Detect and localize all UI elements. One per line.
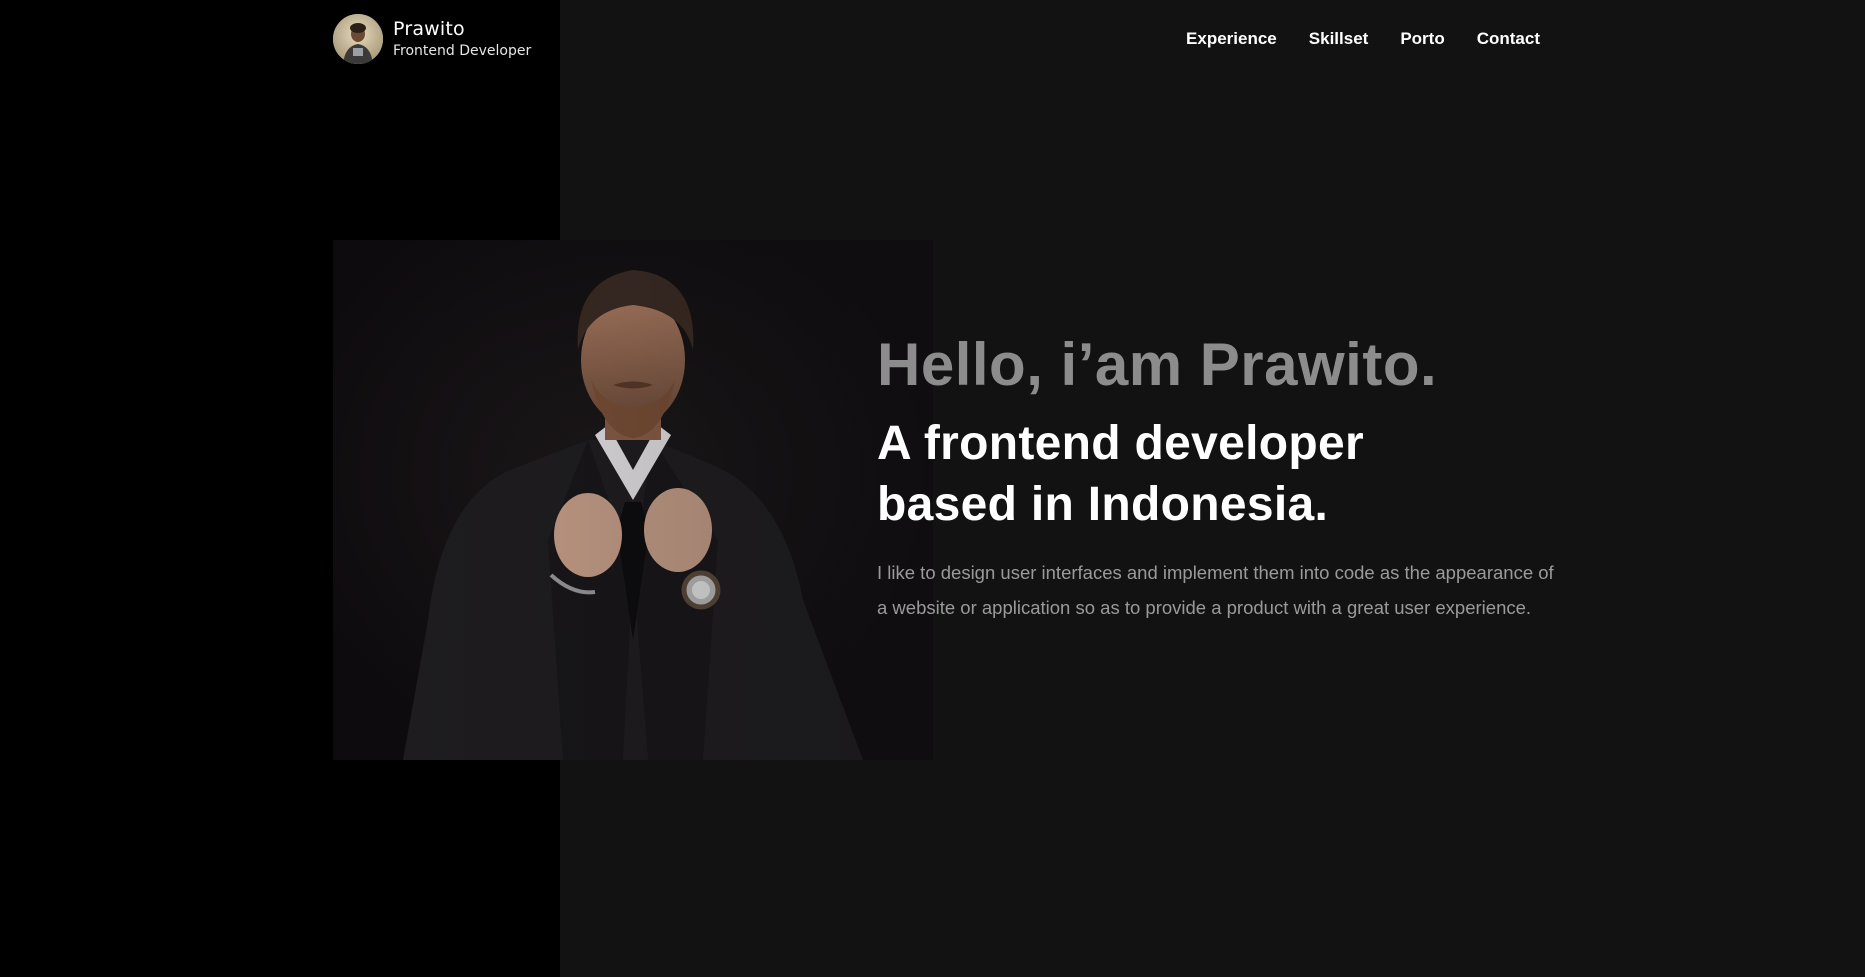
page: Prawito Frontend Developer Experience Sk… xyxy=(0,0,1865,977)
hero-portrait xyxy=(333,240,933,760)
nav-item-porto[interactable]: Porto xyxy=(1400,29,1444,49)
hero-intro: I like to design user interfaces and imp… xyxy=(877,562,1554,618)
nav-item-experience[interactable]: Experience xyxy=(1186,29,1277,49)
avatar-photo-icon xyxy=(333,14,383,64)
hero-headline: A frontend developer based in Indonesia. xyxy=(877,417,1364,531)
brand[interactable]: Prawito Frontend Developer xyxy=(333,14,531,64)
brand-role: Frontend Developer xyxy=(393,43,532,60)
nav-item-skillset[interactable]: Skillset xyxy=(1309,29,1369,49)
portrait-illustration xyxy=(333,240,933,760)
brand-name: Prawito xyxy=(393,17,465,40)
hero-greeting: Hello, i’am Prawito. xyxy=(877,331,1438,398)
nav-item-contact[interactable]: Contact xyxy=(1477,29,1540,49)
hero-text: Hello, i’am Prawito. A frontend develope… xyxy=(877,325,1557,625)
avatar xyxy=(333,14,383,64)
main-nav: Experience Skillset Porto Contact xyxy=(1186,29,1540,49)
